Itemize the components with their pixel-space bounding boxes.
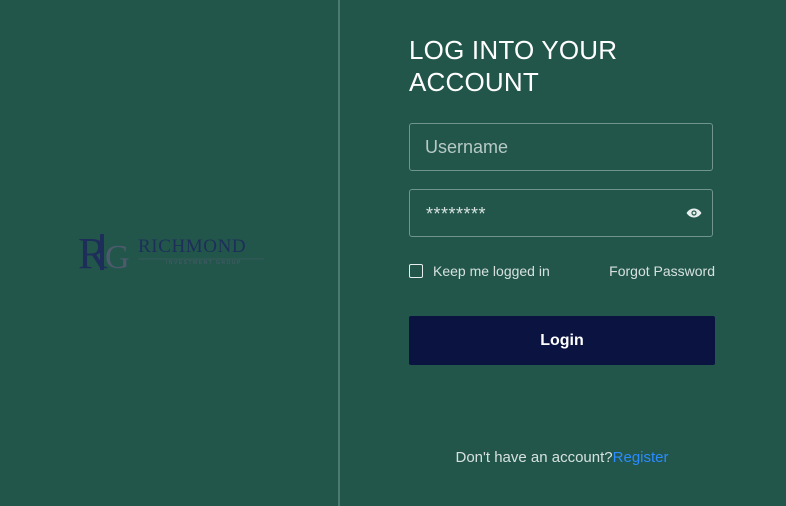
remember-me-checkbox[interactable]	[409, 264, 423, 278]
richmond-logo: R G RICHMOND INVESTMENT GROUP	[78, 226, 268, 276]
login-button[interactable]: Login	[409, 316, 715, 365]
remember-me-row: Keep me logged in	[409, 262, 550, 280]
username-input[interactable]	[410, 124, 712, 170]
logo-wordmark: RICHMOND	[138, 236, 246, 257]
register-row: Don't have an account?Register	[409, 449, 715, 466]
brand-panel: R G RICHMOND INVESTMENT GROUP	[0, 0, 338, 506]
password-input[interactable]	[410, 190, 712, 236]
username-field-wrapper	[409, 123, 713, 171]
register-prompt: Don't have an account?	[455, 449, 613, 466]
password-field-wrapper: ********	[409, 189, 713, 237]
login-panel: LOG INTO YOUR ACCOUNT ******** Keep me l…	[340, 0, 786, 506]
remember-me-label[interactable]: Keep me logged in	[433, 263, 550, 279]
forgot-password-link[interactable]: Forgot Password	[609, 263, 715, 279]
register-link[interactable]: Register	[613, 449, 669, 466]
logo-tagline: INVESTMENT GROUP	[166, 260, 242, 266]
eye-icon[interactable]	[686, 206, 702, 220]
svg-text:G: G	[105, 239, 130, 276]
login-title: LOG INTO YOUR ACCOUNT	[409, 35, 618, 97]
login-page: R G RICHMOND INVESTMENT GROUP LOG INTO Y…	[0, 0, 786, 506]
